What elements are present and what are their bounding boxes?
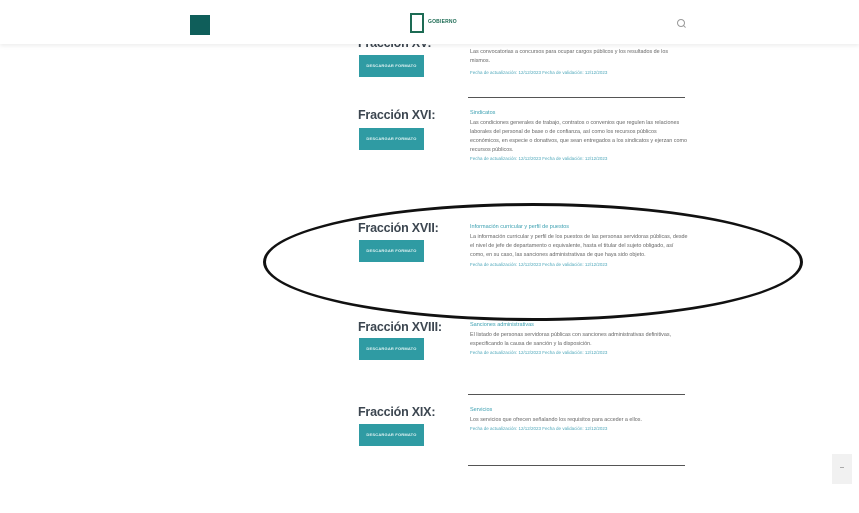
download-format-button[interactable]: DESCARGAR FORMATO [359,338,424,360]
scroll-to-top-button[interactable] [832,454,852,484]
logo-text: GOBIERNO [428,19,457,25]
fraction-link[interactable]: Servicios [470,406,688,414]
section-divider [468,394,685,395]
fraction-title: Fracción XIX: [358,405,436,419]
top-navigation-bar: GOBIERNO [0,0,859,44]
fraction-description: El listado de personas servidoras públic… [470,332,672,347]
fraction-description: La información curricular y perfil de lo… [470,234,688,258]
download-format-button[interactable]: DESCARGAR FORMATO [359,424,424,446]
section-divider [468,97,685,98]
fraction-xviii-section: Fracción XVIII: DESCARGAR FORMATO Sancio… [358,320,688,395]
fraction-link[interactable]: Sindicatos [470,109,688,117]
menu-icon[interactable] [190,15,210,35]
fraction-title: Fracción XVII: [358,221,439,235]
fraction-dates: Fecha de actualización: 12/12/2023 Fecha… [470,350,608,355]
fraction-description: Las convocatorias a concursos para ocupa… [470,49,669,64]
fraction-dates: Fecha de actualización: 12/12/2023 Fecha… [470,70,608,75]
fraction-description: Las condiciones generales de trabajo, co… [470,120,687,153]
fraction-xvii-section: Fracción XVII: DESCARGAR FORMATO Informa… [358,221,688,311]
fraction-xix-section: Fracción XIX: DESCARGAR FORMATO Servicio… [358,405,685,475]
fraction-dates: Fecha de actualización: 12/12/2023 Fecha… [470,426,608,431]
fraction-dates: Fecha de actualización: 12/12/2023 Fecha… [470,262,608,267]
fraction-link[interactable]: Sanciones administrativas [470,321,688,329]
fraction-xvi-section: Fracción XVI: DESCARGAR FORMATO Sindicat… [358,108,688,203]
fraction-title: Fracción XVIII: [358,320,442,334]
search-icon[interactable] [677,19,685,27]
section-divider [468,465,685,466]
fraction-description: Los servicios que ofrecen señalando los … [470,417,643,423]
download-format-button[interactable]: DESCARGAR FORMATO [359,240,424,262]
logo-emblem-icon [410,13,424,33]
fraction-title: Fracción XVI: [358,108,436,122]
fraction-link[interactable]: Información curricular y perfil de puest… [470,223,688,231]
download-format-button[interactable]: DESCARGAR FORMATO [359,128,424,150]
download-format-button[interactable]: DESCARGAR FORMATO [359,55,424,77]
site-logo[interactable]: GOBIERNO [410,13,466,35]
fraction-dates: Fecha de actualización: 12/12/2023 Fecha… [470,156,608,161]
